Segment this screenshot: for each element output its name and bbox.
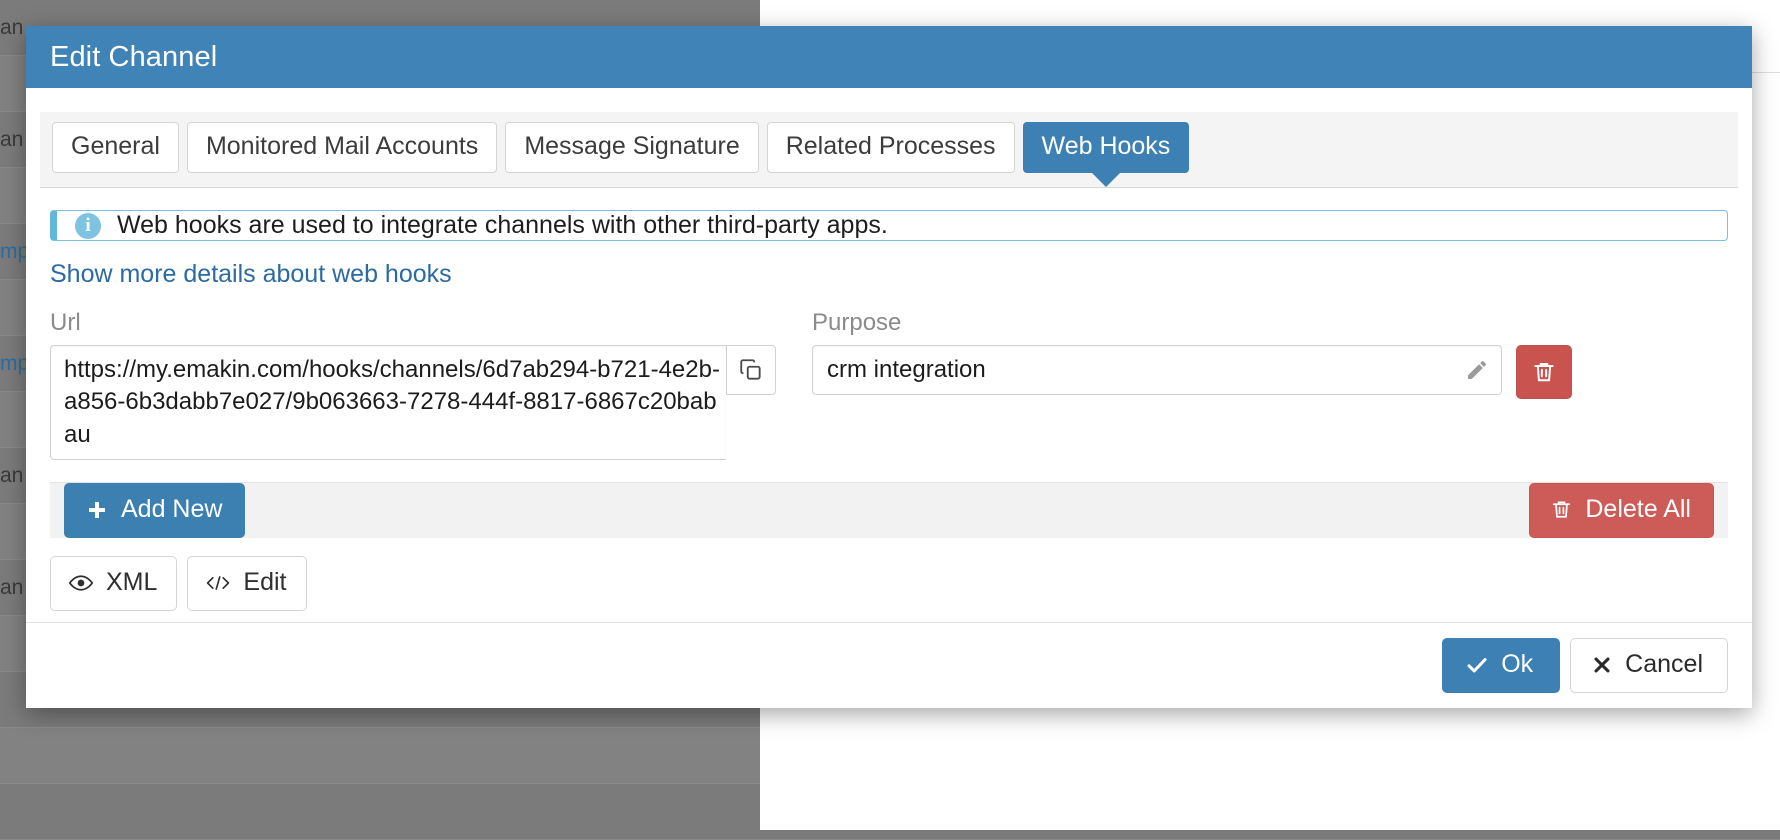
edit-source-label: Edit: [243, 568, 286, 597]
source-buttons: XML Edit: [50, 556, 1728, 622]
pencil-icon[interactable]: [1465, 358, 1489, 382]
delete-all-label: Delete All: [1585, 495, 1691, 524]
trash-icon: [1550, 498, 1573, 521]
tab-strip: GeneralMonitored Mail AccountsMessage Si…: [40, 112, 1738, 188]
tab-web-hooks[interactable]: Web Hooks: [1023, 122, 1190, 173]
eye-icon: [68, 570, 94, 596]
purpose-input[interactable]: crm integration: [827, 356, 1465, 384]
code-icon: [205, 573, 231, 593]
cancel-button[interactable]: Cancel: [1570, 638, 1728, 693]
cancel-label: Cancel: [1625, 650, 1703, 679]
xml-button[interactable]: XML: [50, 556, 177, 611]
add-new-button[interactable]: Add New: [64, 483, 245, 538]
add-new-label: Add New: [121, 495, 222, 524]
delete-all-button[interactable]: Delete All: [1529, 483, 1714, 538]
field-label-row: Url Purpose: [50, 309, 1728, 337]
delete-webhook-button[interactable]: [1516, 345, 1572, 399]
dialog-title: Edit Channel: [50, 41, 217, 74]
dialog-footer: Ok Cancel: [26, 622, 1752, 708]
ok-label: Ok: [1501, 650, 1533, 679]
x-icon: [1591, 654, 1613, 676]
webhook-row: https://my.emakin.com/hooks/channels/6d7…: [50, 345, 1728, 460]
tab-related-processes[interactable]: Related Processes: [767, 122, 1015, 173]
info-icon: i: [75, 213, 101, 239]
url-input[interactable]: https://my.emakin.com/hooks/channels/6d7…: [50, 345, 726, 460]
tab-general[interactable]: General: [52, 122, 179, 173]
edit-source-button[interactable]: Edit: [187, 556, 306, 611]
tab-message-signature[interactable]: Message Signature: [505, 122, 758, 173]
purpose-input-group[interactable]: crm integration: [812, 345, 1502, 395]
show-more-details-link[interactable]: Show more details about web hooks: [50, 260, 452, 289]
info-banner-text: Web hooks are used to integrate channels…: [117, 211, 888, 240]
webhook-list: Url Purpose https://my.emakin.com/hooks/…: [50, 309, 1728, 460]
url-input-group: https://my.emakin.com/hooks/channels/6d7…: [50, 345, 776, 460]
dialog-body: GeneralMonitored Mail AccountsMessage Si…: [26, 88, 1752, 708]
check-icon: [1465, 653, 1489, 677]
edit-channel-dialog: Edit Channel GeneralMonitored Mail Accou…: [26, 26, 1752, 708]
plus-icon: [85, 498, 109, 522]
dialog-header: Edit Channel: [26, 26, 1752, 88]
webhook-toolbar: Add New Delete All: [50, 482, 1728, 538]
xml-label: XML: [106, 568, 157, 597]
webhooks-panel: i Web hooks are used to integrate channe…: [26, 188, 1752, 622]
purpose-label: Purpose: [812, 309, 901, 337]
info-banner: i Web hooks are used to integrate channe…: [50, 210, 1728, 241]
copy-icon[interactable]: [726, 345, 776, 395]
tab-monitored-mail-accounts[interactable]: Monitored Mail Accounts: [187, 122, 497, 173]
url-label: Url: [50, 309, 776, 337]
ok-button[interactable]: Ok: [1442, 638, 1560, 693]
